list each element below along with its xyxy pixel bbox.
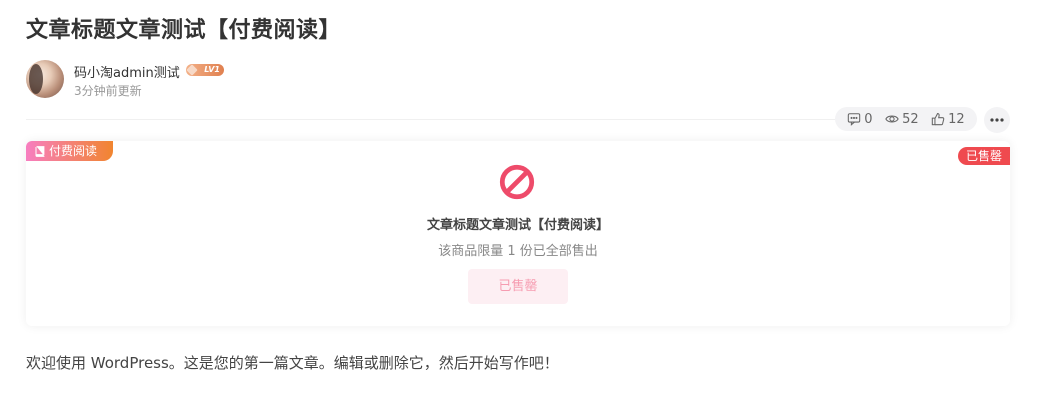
ban-icon <box>498 163 536 201</box>
view-stat: 52 <box>885 112 919 127</box>
paid-read-label: 付费阅读 <box>49 144 98 158</box>
more-icon <box>990 118 1004 122</box>
comment-count: 0 <box>864 111 873 127</box>
sold-out-button[interactable]: 已售罄 <box>468 269 568 304</box>
level-badge: LV1 <box>186 64 224 76</box>
comment-stat[interactable]: 0 <box>847 111 873 127</box>
like-stat[interactable]: 12 <box>931 112 965 127</box>
book-icon <box>35 145 45 157</box>
author-name[interactable]: 码小淘admin测试 <box>74 62 180 81</box>
post-content: 欢迎使用 WordPress。这是您的第一篇文章。编辑或删除它，然后开始写作吧！ <box>26 354 559 372</box>
eye-icon <box>885 115 899 123</box>
thumbs-up-icon <box>931 113 945 126</box>
product-title: 文章标题文章测试【付费阅读】 <box>426 218 609 233</box>
more-button[interactable] <box>984 107 1010 133</box>
comment-icon <box>848 113 861 126</box>
paid-read-tag: 付费阅读 <box>26 141 113 161</box>
post-stats: 0 52 12 <box>835 107 977 131</box>
like-count: 12 <box>948 111 965 127</box>
avatar[interactable] <box>26 60 64 98</box>
updated-time: 3分钟前更新 <box>74 84 142 98</box>
view-count: 52 <box>902 111 919 127</box>
paid-content-card: 付费阅读 已售罄 文章标题文章测试【付费阅读】 该商品限量 1 份已全部售出 已… <box>26 141 1010 326</box>
sold-out-tag: 已售罄 <box>958 147 1010 165</box>
page-title: 文章标题文章测试【付费阅读】 <box>26 18 342 43</box>
divider <box>26 119 836 120</box>
sold-out-note: 该商品限量 1 份已全部售出 <box>438 244 598 259</box>
